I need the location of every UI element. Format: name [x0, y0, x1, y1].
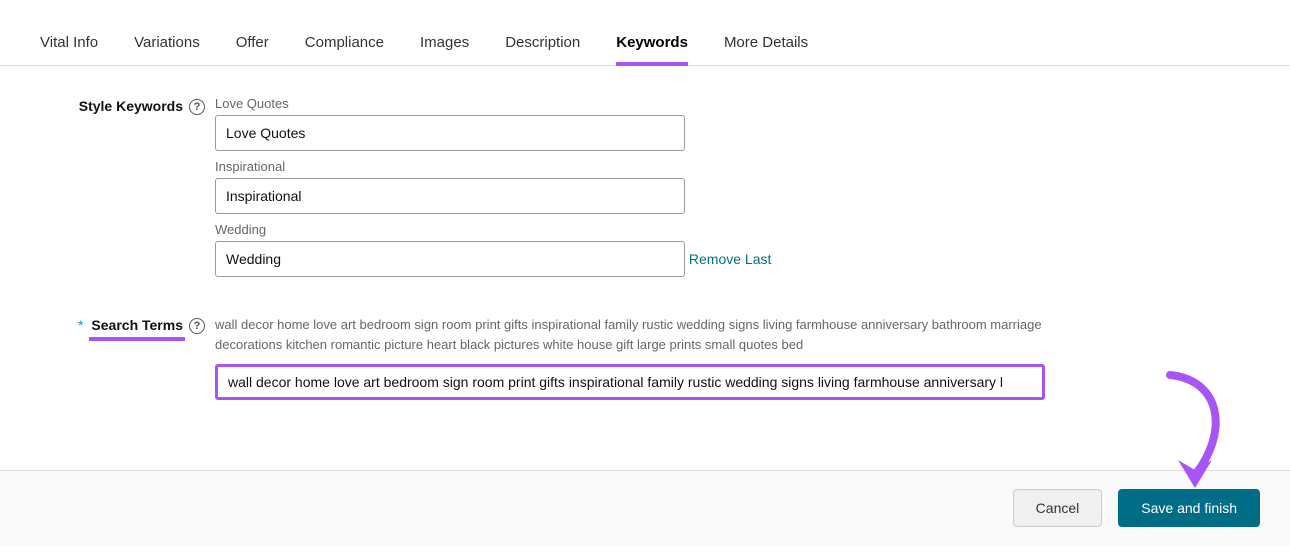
search-terms-input[interactable]	[215, 364, 1045, 400]
search-terms-row: * Search Terms ? wall decor home love ar…	[40, 315, 1250, 400]
search-terms-body: wall decor home love art bedroom sign ro…	[215, 315, 1045, 400]
tab-vital-info[interactable]: Vital Info	[40, 16, 98, 65]
help-icon[interactable]: ?	[189, 318, 205, 334]
cancel-button[interactable]: Cancel	[1013, 489, 1103, 527]
tab-keywords-label: Keywords	[616, 34, 688, 51]
remove-last-link[interactable]: Remove Last	[689, 251, 771, 267]
form-content: Style Keywords ? Love Quotes Inspiration…	[0, 66, 1290, 470]
style-keyword-input-2[interactable]	[215, 241, 685, 277]
search-terms-label-text: Search Terms	[91, 317, 183, 333]
help-icon[interactable]: ?	[189, 99, 205, 115]
active-tab-indicator	[616, 62, 688, 66]
tab-images[interactable]: Images	[420, 16, 469, 65]
search-terms-label: * Search Terms ?	[40, 315, 215, 400]
tab-compliance[interactable]: Compliance	[305, 16, 384, 65]
required-indicator: *	[78, 317, 83, 333]
footer-actions: Cancel Save and finish	[0, 470, 1290, 545]
style-keyword-hint-1: Inspirational	[215, 159, 1045, 174]
tab-more-details[interactable]: More Details	[724, 16, 808, 65]
style-keywords-row: Style Keywords ? Love Quotes Inspiration…	[40, 96, 1250, 285]
search-terms-hint: wall decor home love art bedroom sign ro…	[215, 315, 1045, 354]
style-keyword-hint-0: Love Quotes	[215, 96, 1045, 111]
style-keywords-label-text: Style Keywords	[79, 98, 183, 114]
style-keywords-body: Love Quotes Inspirational Wedding Remove…	[215, 96, 1045, 285]
tab-offer[interactable]: Offer	[236, 16, 269, 65]
style-keyword-hint-2: Wedding	[215, 222, 1045, 237]
style-keyword-input-0[interactable]	[215, 115, 685, 151]
save-and-finish-button[interactable]: Save and finish	[1118, 489, 1260, 527]
tab-variations[interactable]: Variations	[134, 16, 200, 65]
style-keywords-label: Style Keywords ?	[40, 96, 215, 285]
tab-description[interactable]: Description	[505, 16, 580, 65]
tab-keywords[interactable]: Keywords	[616, 16, 688, 65]
tab-bar: Vital Info Variations Offer Compliance I…	[0, 0, 1290, 66]
style-keyword-input-1[interactable]	[215, 178, 685, 214]
